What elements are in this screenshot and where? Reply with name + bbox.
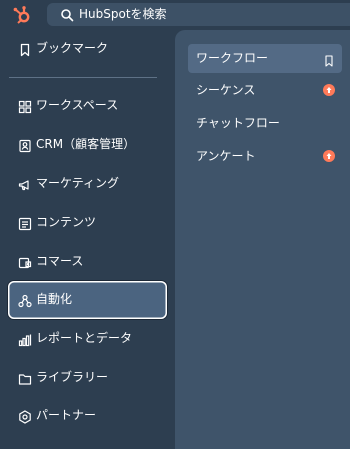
submenu-item-label: シーケンス [196,83,256,97]
partner-icon [18,409,32,424]
commerce-icon [18,255,32,269]
bookmark-icon [18,42,32,57]
sidebar-item-library[interactable]: ライブラリー [8,359,167,397]
grid-icon [18,99,32,114]
top-bar: HubSpotを検索 [0,0,350,30]
sidebar-item-label: レポートとデータ [36,331,133,345]
sidebar-item-reports[interactable]: レポートとデータ [8,320,167,358]
sidebar-item-commerce[interactable]: コマース [8,243,167,281]
bar-chart-icon [18,332,32,347]
sidebar-item-label: コンテンツ [36,215,97,229]
sidebar-item-partner[interactable]: パートナー [8,397,167,435]
submenu-item-label: ワークフロー [196,51,269,65]
sidebar-item-label: コマース [36,254,84,268]
megaphone-icon [18,177,32,191]
sidebar-item-label: マーケティング [36,176,120,190]
sidebar-item-label: ワークスペース [36,98,119,112]
sidebar-item-label: パートナー [36,408,97,422]
main-sidebar: ブックマーク ワークスペース CRM（顧客管理） マーケティング コンテンツ コ… [0,30,175,449]
submenu-item-surveys[interactable]: アンケート [188,142,342,171]
automation-icon [18,293,32,308]
sidebar-item-crm[interactable]: CRM（顧客管理） [8,126,167,164]
submenu-item-sequences[interactable]: シーケンス [188,76,342,105]
submenu-item-chatflows[interactable]: チャットフロー [188,109,342,138]
sidebar-item-workspaces[interactable]: ワークスペース [8,87,167,125]
contact-card-icon [18,138,32,153]
content-icon [18,216,32,231]
folder-icon [18,371,32,385]
sidebar-item-bookmarks[interactable]: ブックマーク [8,30,167,68]
upgrade-icon [323,84,335,96]
bookmark-icon[interactable] [323,52,335,67]
upgrade-icon [323,150,335,162]
sidebar-item-label: 自動化 [36,292,73,306]
submenu-item-workflows[interactable]: ワークフロー [188,44,342,73]
search-placeholder: HubSpotを検索 [79,7,167,21]
sidebar-item-content[interactable]: コンテンツ [8,204,167,242]
automation-submenu: ワークフロー シーケンス チャットフロー アンケート [175,30,350,449]
sidebar-item-label: ライブラリー [36,370,109,384]
sidebar-item-label: ブックマーク [36,41,109,55]
sidebar-item-label: CRM（顧客管理） [36,137,136,151]
sidebar-item-automation[interactable]: 自動化 [8,281,167,319]
sidebar-divider [9,77,157,78]
search-icon [60,7,74,22]
submenu-item-label: アンケート [196,149,256,163]
submenu-item-label: チャットフロー [196,116,280,130]
hubspot-logo-icon[interactable] [12,5,32,25]
sidebar-item-marketing[interactable]: マーケティング [8,165,167,203]
search-bar[interactable]: HubSpotを検索 [47,3,350,26]
